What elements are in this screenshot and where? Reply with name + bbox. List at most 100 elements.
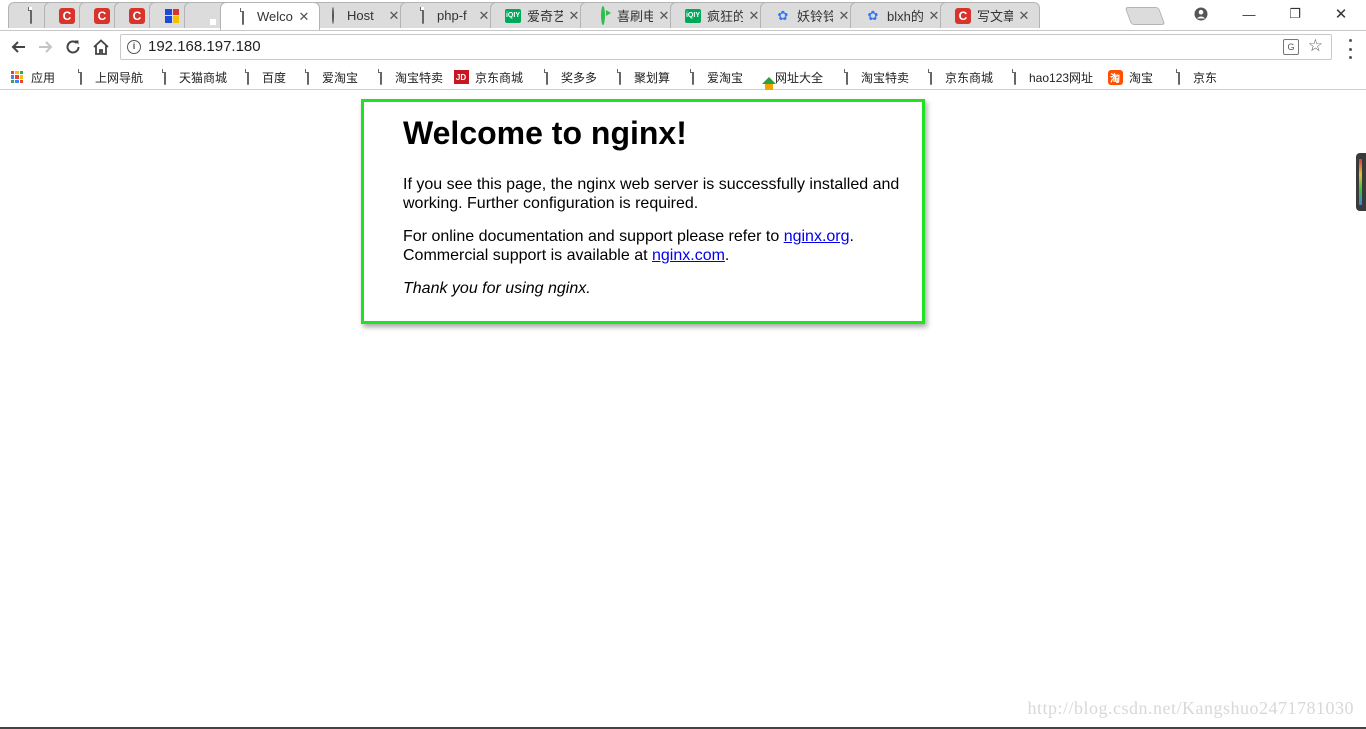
browser-tab[interactable]: Host ✕ [310,2,410,28]
bookmark-icon-wrap: 淘 [1107,69,1123,85]
translate-icon[interactable]: G [1283,39,1299,55]
tab-favicon [23,7,39,24]
bookmark-item[interactable]: 淘宝特卖 [840,68,909,86]
docs-text: For online documentation and support ple… [403,228,784,245]
close-tab-icon[interactable]: ✕ [387,8,401,24]
side-panel-handle[interactable] [1356,153,1366,211]
profile-icon[interactable] [1188,0,1214,28]
browser-tab[interactable]: 喜刷电 ✕ [580,2,680,28]
tab-title: blxh的 [887,9,923,24]
bookmark-item[interactable]: 爱淘宝 [301,68,358,86]
bookmark-icon-wrap [613,69,627,85]
jd-icon: JD [453,70,469,84]
bookmark-item[interactable]: 网址大全 [754,68,823,86]
bookmark-icon-wrap [74,69,88,85]
page-icon [422,7,424,24]
bookmark-item[interactable]: JD 京东商城 [453,68,523,86]
bookmark-item[interactable]: 京东商城 [924,68,993,86]
address-bar[interactable]: i 192.168.197.180 G ☆ [120,34,1332,60]
restore-button[interactable]: ❐ [1280,0,1310,28]
menu-dots-icon[interactable] [1342,39,1358,59]
tab-favicon [235,8,251,25]
page-icon [692,69,694,85]
page-icon [619,69,621,85]
forward-button[interactable] [36,37,56,57]
page-icon [930,69,932,85]
bookmark-item[interactable]: 上网导航 [74,68,143,86]
tab-title: Welco [257,9,293,24]
tab-favicon: C [59,7,75,24]
bookmark-label: 天猫商城 [179,70,228,85]
page-title: Welcome to nginx! [403,115,687,151]
browser-tab[interactable]: php-f ✕ [400,2,500,28]
close-tab-icon[interactable]: ✕ [927,8,941,24]
page-icon [242,8,244,25]
reload-button[interactable] [63,37,83,57]
bookmark-item[interactable]: 京东 [1172,68,1217,86]
bookmark-icon-wrap [158,69,172,85]
tab-favicon: iQIY [505,8,521,24]
back-button[interactable] [8,37,28,57]
bookmark-label: 爱淘宝 [322,70,359,85]
bookmark-icon-wrap [10,70,24,84]
close-tab-icon[interactable]: ✕ [657,8,671,24]
close-tab-icon[interactable]: ✕ [477,8,491,24]
bookmark-icon-wrap [540,69,554,85]
site-info-icon[interactable]: i [127,40,141,54]
commercial-text: Commercial support is available at [403,247,652,264]
bookmark-label: 网址大全 [775,70,824,85]
apps-icon [11,71,23,83]
address-url[interactable]: 192.168.197.180 [148,38,261,55]
minimize-button[interactable]: — [1234,0,1264,28]
close-window-button[interactable]: ✕ [1326,0,1356,28]
iqiyi-icon: iQIY [505,8,521,23]
c-logo-icon: C [59,7,75,24]
page-icon [846,69,848,85]
browser-tab[interactable]: iQIY 疯狂的 ✕ [670,2,770,28]
bookmark-item[interactable]: 淘宝特卖 [374,68,443,86]
nginx-com-link[interactable]: nginx.com [652,247,725,264]
bookmark-label: 百度 [262,70,287,85]
close-tab-icon[interactable]: ✕ [837,8,851,24]
thanks-emphasis: Thank you for using nginx. [403,280,591,297]
browser-tab[interactable]: ✿ blxh的 ✕ [850,2,950,28]
tab-title: php-f [437,8,467,23]
browser-tab[interactable]: iQIY 爱奇艺 ✕ [490,2,590,28]
bookmark-item[interactable]: 应用 [10,68,55,86]
page-icon [380,69,382,85]
c-logo-icon: C [94,7,110,24]
thanks-text: Thank you for using nginx. [403,279,913,298]
bookmark-item[interactable]: 淘淘宝 [1107,68,1153,86]
bookmark-label: 京东 [1193,70,1218,85]
home-button[interactable] [91,37,111,57]
docs-period: . [849,228,854,245]
close-tab-icon[interactable]: ✕ [747,8,761,24]
browser-tab[interactable]: C 写文章 ✕ [940,2,1040,28]
tab-active[interactable]: Welco ✕ [220,2,320,30]
bookmark-item[interactable]: 奖多多 [540,68,597,86]
nginx-org-link[interactable]: nginx.org [784,228,850,245]
bookmark-item[interactable]: 百度 [241,68,286,86]
bookmark-label: 奖多多 [561,70,598,85]
close-tab-icon[interactable]: ✕ [567,8,581,24]
bookmark-icon-wrap [754,70,768,84]
bookmark-label: 淘宝特卖 [861,70,910,85]
browser-tab[interactable]: ✿ 妖铃铃 ✕ [760,2,860,28]
tab-list: C C C Welco ✕ Host ✕ php-f ✕ iQIY 爱奇艺 ✕ 喜刷电 ✕ iQIY 疯狂的 ✕… [8,2,1040,30]
page-icon [80,69,82,85]
bookmark-item[interactable]: 爱淘宝 [686,68,743,86]
bookmark-item[interactable]: hao123网址 [1008,68,1093,86]
tab-favicon [595,6,611,25]
new-tab-button[interactable] [1124,7,1166,25]
bookmark-item[interactable]: 聚划算 [613,68,670,86]
close-tab-icon[interactable]: ✕ [297,9,311,25]
bookmark-icon-wrap [924,69,938,85]
iqiyi-icon: iQIY [685,8,701,23]
bookmark-star-icon[interactable]: ☆ [1308,36,1323,56]
bookmark-item[interactable]: 天猫商城 [158,68,227,86]
c-logo-icon: C [129,7,145,24]
close-tab-icon[interactable]: ✕ [1017,8,1031,24]
browser-toolbar: i 192.168.197.180 G ☆ [0,31,1366,63]
page-icon [307,69,309,85]
tab-favicon: C [129,7,145,24]
